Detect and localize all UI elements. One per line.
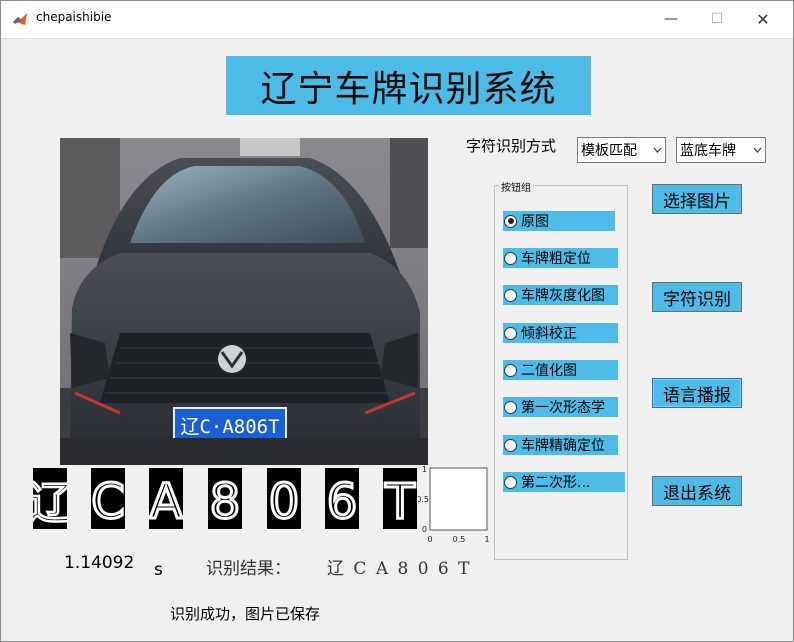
window-title: chepaishibie <box>36 10 112 24</box>
segmented-char-7: T <box>383 468 417 532</box>
status-text: 识别成功，图片已保存 <box>170 605 321 623</box>
radio-first-morphology[interactable]: 第一次形态学 <box>503 397 618 417</box>
recognition-method-label: 字符识别方式 <box>466 137 557 155</box>
radio-unselected-icon <box>504 438 517 452</box>
car-image-axes: 辽C·A806T <box>60 138 428 465</box>
char-glyph: 0 <box>269 474 300 529</box>
recognition-method-select[interactable]: 模板匹配 <box>577 137 666 163</box>
radio-second-morphology[interactable]: 第二次形... <box>503 472 625 492</box>
y-tick-label: 0 <box>422 525 427 534</box>
result-label: 识别结果： <box>206 559 291 579</box>
recognition-method-value: 模板匹配 <box>581 143 637 159</box>
radio-unselected-icon <box>504 363 517 377</box>
radio-precise-location[interactable]: 车牌精确定位 <box>503 435 618 455</box>
segmented-char-5: 0 <box>267 468 301 532</box>
plate-text: 辽C·A806T <box>180 416 279 438</box>
plate-type-value: 蓝底车牌 <box>680 143 736 159</box>
speak-button[interactable]: 语言播报 <box>652 378 742 408</box>
char-glyph: 6 <box>327 474 358 529</box>
radio-unselected-icon <box>504 326 517 340</box>
car-photo: 辽C·A806T <box>60 138 428 465</box>
elapsed-unit: s <box>154 560 163 580</box>
minimize-button[interactable]: — <box>648 0 694 38</box>
radio-label: 倾斜校正 <box>521 326 577 342</box>
radio-original[interactable]: 原图 <box>503 211 615 231</box>
matlab-app-icon <box>13 13 27 25</box>
char-glyph: 8 <box>210 474 241 529</box>
radio-grayscale[interactable]: 车牌灰度化图 <box>503 285 618 305</box>
radio-label: 二值化图 <box>521 363 577 379</box>
result-value: 辽 C A 8 0 6 T <box>327 559 472 579</box>
radio-rough-location[interactable]: 车牌粗定位 <box>503 248 618 268</box>
recognize-button[interactable]: 字符识别 <box>652 282 742 312</box>
radio-unselected-icon <box>504 400 517 414</box>
elapsed-time: 1.14092 <box>64 553 135 573</box>
button-group-label: 按钮组 <box>499 179 533 194</box>
radio-label: 第一次形态学 <box>521 400 605 416</box>
chevron-down-icon <box>750 138 765 162</box>
radio-unselected-icon <box>504 251 517 265</box>
chevron-down-icon <box>650 138 665 162</box>
segmented-char-2: C <box>90 468 126 532</box>
radio-label: 车牌精确定位 <box>521 438 605 454</box>
close-icon: ✕ <box>756 9 770 29</box>
radio-label: 车牌灰度化图 <box>521 288 605 304</box>
y-tick-label: 0.5 <box>418 495 429 504</box>
exit-button[interactable]: 退出系统 <box>652 476 742 506</box>
plot-area <box>429 467 488 531</box>
plate-type-select[interactable]: 蓝底车牌 <box>676 137 766 163</box>
x-tick-label: 0 <box>427 535 432 544</box>
char-glyph: C <box>91 474 125 529</box>
radio-label: 车牌粗定位 <box>521 251 591 267</box>
segmented-char-1: 辽 <box>27 468 73 530</box>
char-glyph: T <box>384 474 415 529</box>
empty-plot-axes: 1 0.5 0 0 0.5 1 <box>418 465 490 544</box>
maximize-icon: ☐ <box>710 11 724 27</box>
radio-unselected-icon <box>504 288 517 302</box>
close-button[interactable]: ✕ <box>740 0 786 38</box>
char-glyph: A <box>150 474 183 529</box>
segmented-char-4: 8 <box>208 468 242 532</box>
radio-unselected-icon <box>504 475 517 489</box>
x-tick-label: 1 <box>484 535 489 544</box>
app-title: 辽宁车牌识别系统 <box>226 56 591 115</box>
select-image-button[interactable]: 选择图片 <box>652 184 742 214</box>
minimize-icon: — <box>664 11 678 27</box>
radio-binarization[interactable]: 二值化图 <box>503 360 618 380</box>
radio-selected-icon <box>504 214 517 228</box>
x-tick-label: 0.5 <box>453 535 466 544</box>
radio-label: 第二次形... <box>521 475 591 491</box>
maximize-button[interactable]: ☐ <box>694 0 740 38</box>
y-tick-label: 1 <box>422 465 427 474</box>
radio-tilt-correction[interactable]: 倾斜校正 <box>503 323 618 343</box>
char-glyph: 辽 <box>33 478 67 529</box>
segmented-char-3: A <box>148 468 184 532</box>
radio-label: 原图 <box>521 214 549 230</box>
segmented-char-6: 6 <box>325 468 359 532</box>
